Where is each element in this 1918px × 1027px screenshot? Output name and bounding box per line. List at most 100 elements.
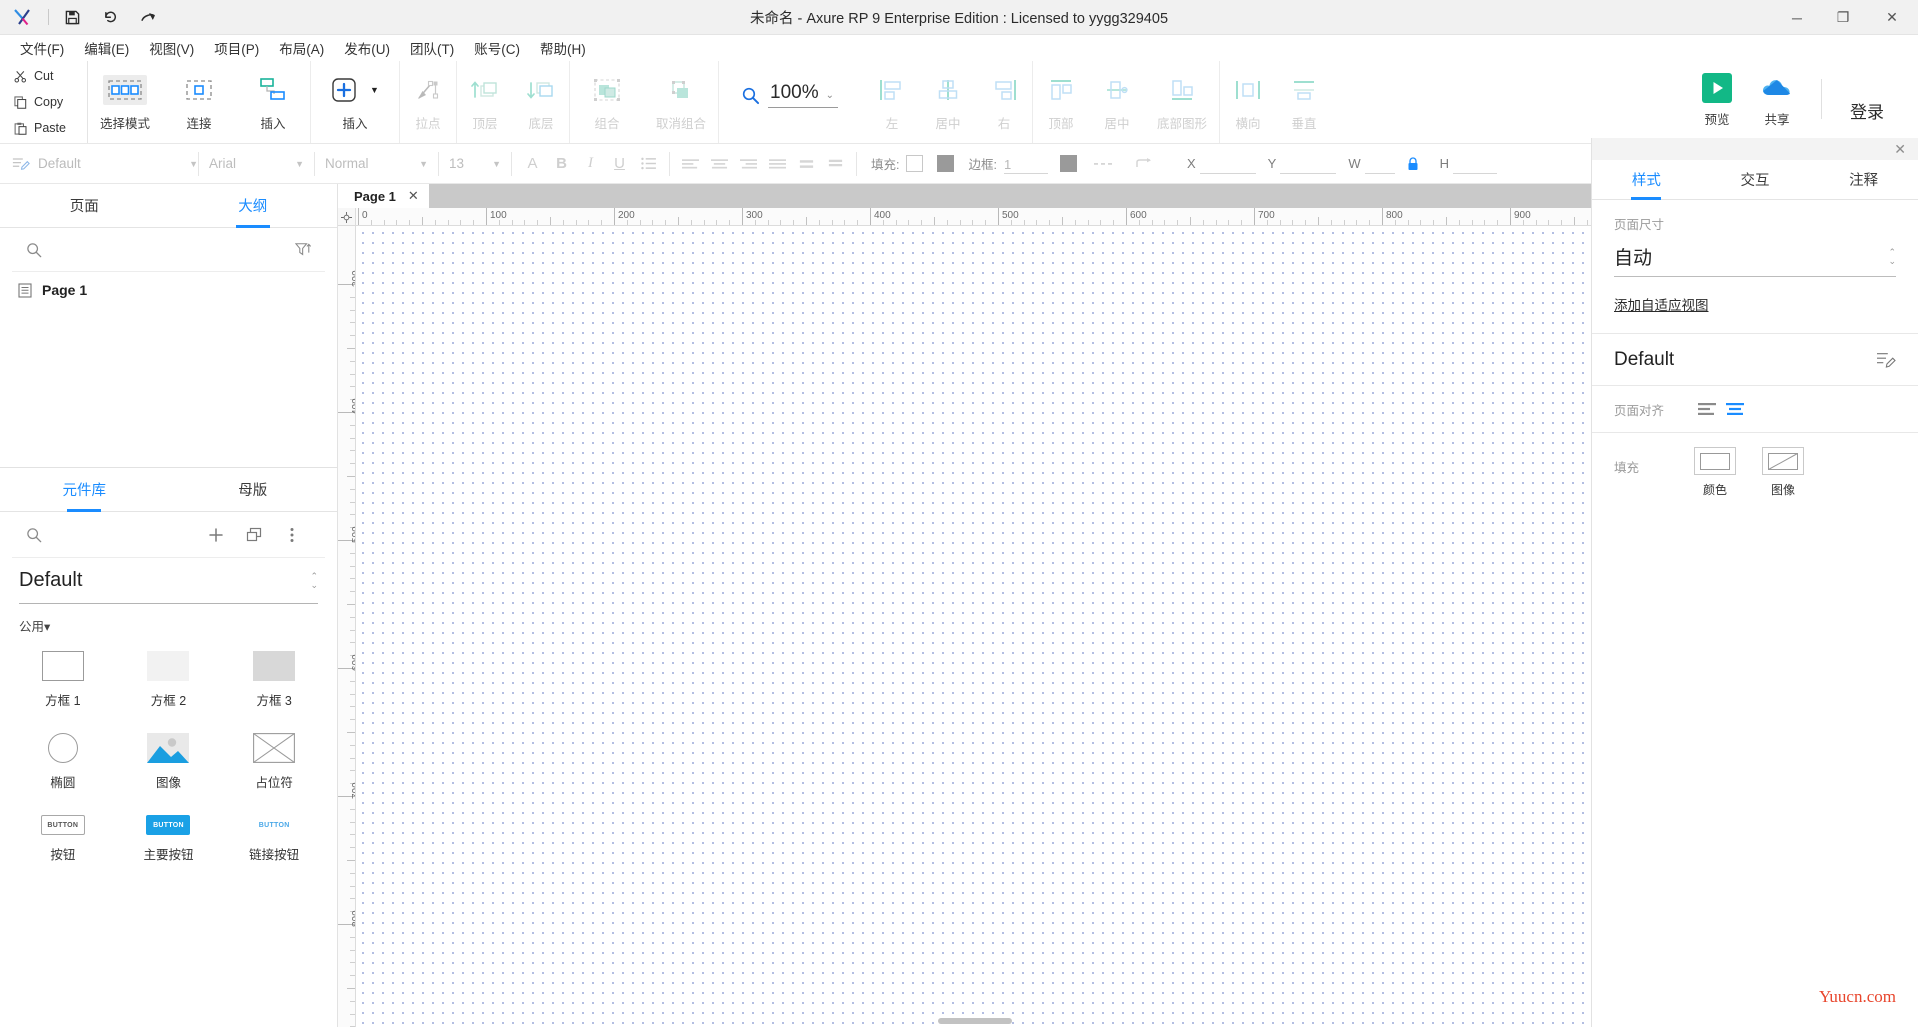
font-size-select[interactable]: 13 ▼	[439, 144, 511, 184]
tree-page-1[interactable]: Page 1	[0, 272, 337, 308]
page-align-left-icon[interactable]	[1694, 398, 1722, 420]
tool-align-center[interactable]: 居中	[920, 70, 976, 132]
tool-add[interactable]: ▼ 插入	[311, 70, 399, 132]
tool-send-to-back[interactable]: 底层	[513, 70, 569, 132]
tool-align-bottom[interactable]: 底部图形	[1145, 70, 1219, 132]
stepper-icon[interactable]: ⌃ ⌄	[1888, 247, 1896, 265]
font-family-select[interactable]: Arial ▼	[199, 144, 314, 184]
widget-image[interactable]: 图像	[116, 727, 222, 797]
undo-icon[interactable]	[91, 2, 129, 32]
tool-ungroup[interactable]: 取消组合	[644, 70, 718, 132]
tool-align-right[interactable]: 右	[976, 70, 1032, 132]
fill-gradient-swatch[interactable]	[937, 155, 955, 172]
close-icon[interactable]: ✕	[408, 188, 419, 204]
tab-interaction[interactable]: 交互	[1701, 160, 1810, 199]
tab-pages[interactable]: 页面	[0, 184, 169, 227]
minimize-button[interactable]: ─	[1774, 0, 1820, 35]
tool-distribute-vertical[interactable]: 垂直	[1276, 70, 1332, 132]
close-button[interactable]: ✕	[1866, 0, 1918, 35]
tab-widget-library[interactable]: 元件库	[0, 468, 169, 511]
font-color-icon[interactable]: A	[518, 150, 547, 178]
preview-button[interactable]: 预览	[1687, 73, 1747, 128]
share-button[interactable]: 共享	[1747, 73, 1807, 128]
tab-notes[interactable]: 注释	[1809, 160, 1918, 199]
paste-button[interactable]: Paste	[14, 117, 87, 139]
list-icon[interactable]	[634, 150, 663, 178]
close-icon[interactable]: ✕	[1894, 141, 1906, 158]
chevron-down-icon[interactable]: ▼	[189, 159, 198, 169]
menu-project[interactable]: 项目(P)	[204, 35, 269, 61]
arrow-style-icon[interactable]	[1130, 150, 1159, 178]
tool-align-middle[interactable]: 居中	[1089, 70, 1145, 132]
chevron-down-icon[interactable]: ▼	[419, 159, 428, 169]
page-tab-page-1[interactable]: Page 1 ✕	[338, 184, 429, 208]
underline-icon[interactable]: U	[605, 150, 634, 178]
scrollbar-thumb[interactable]	[938, 1018, 1012, 1024]
menu-account[interactable]: 账号(C)	[464, 35, 530, 61]
widget-box-1[interactable]: 方框 1	[10, 645, 116, 715]
ruler-origin-icon[interactable]	[338, 208, 356, 226]
save-icon[interactable]	[53, 2, 91, 32]
edit-style-icon[interactable]	[1876, 351, 1896, 369]
vertical-align-icon[interactable]	[821, 150, 850, 178]
x-input[interactable]	[1199, 154, 1256, 174]
tool-align-top[interactable]: 顶部	[1033, 70, 1089, 132]
tool-select-mode[interactable]: 选择模式	[88, 70, 162, 132]
tool-bring-to-front[interactable]: 顶层	[457, 70, 513, 132]
zoom-value-wrap[interactable]: 100% ⌄	[768, 82, 838, 108]
widget-box-2[interactable]: 方框 2	[116, 645, 222, 715]
tool-group[interactable]: 组合	[570, 70, 644, 132]
login-button[interactable]: 登录	[1836, 98, 1898, 123]
menu-view[interactable]: 视图(V)	[139, 35, 204, 61]
duplicate-library-icon[interactable]	[235, 527, 273, 543]
tool-insert[interactable]: 插入	[236, 70, 310, 132]
copy-button[interactable]: Copy	[14, 91, 87, 113]
widget-placeholder[interactable]: 占位符	[221, 727, 327, 797]
line-spacing-icon[interactable]	[792, 150, 821, 178]
text-align-right-icon[interactable]	[734, 150, 763, 178]
italic-icon[interactable]: I	[576, 150, 605, 178]
widget-button[interactable]: BUTTON 按钮	[10, 809, 116, 869]
page-size-select[interactable]: 自动 ⌃ ⌄	[1614, 243, 1896, 277]
menu-publish[interactable]: 发布(U)	[334, 35, 400, 61]
border-style-icon[interactable]	[1089, 150, 1118, 178]
insert-caret-icon[interactable]: ▼	[370, 85, 379, 95]
chevron-down-icon[interactable]: ⌄	[826, 90, 834, 101]
cut-button[interactable]: Cut	[14, 65, 87, 87]
menu-team[interactable]: 团队(T)	[400, 35, 464, 61]
design-grid[interactable]	[356, 226, 1591, 1027]
add-adaptive-view-link[interactable]: 添加自适应视图	[1614, 294, 1709, 314]
vertical-ruler[interactable]: 300 400 500 600 700 800	[338, 226, 356, 1027]
border-width-input[interactable]: 1	[1003, 154, 1048, 174]
tool-distribute-horizontal[interactable]: 横向	[1220, 70, 1276, 132]
tool-connect[interactable]: 连接	[162, 70, 236, 132]
library-more-icon[interactable]	[273, 527, 311, 543]
menu-file[interactable]: 文件(F)	[10, 35, 74, 61]
horizontal-scrollbar[interactable]	[338, 1016, 1591, 1025]
horizontal-ruler[interactable]: 0 100 200 300 400 500 600 700 800 900	[356, 208, 1591, 225]
search-icon[interactable]	[26, 242, 42, 258]
chevron-down-icon[interactable]: ▼	[492, 159, 501, 169]
text-align-center-icon[interactable]	[705, 150, 734, 178]
tool-align-left[interactable]: 左	[864, 70, 920, 132]
tab-outline[interactable]: 大纲	[169, 184, 338, 227]
redo-icon[interactable]	[129, 2, 167, 32]
border-color-swatch[interactable]	[1059, 155, 1077, 172]
widget-link-button[interactable]: BUTTON 链接按钮	[221, 809, 327, 869]
fill-color-option[interactable]: 颜色	[1694, 447, 1736, 498]
filter-sort-icon[interactable]	[295, 242, 311, 258]
widget-box-3[interactable]: 方框 3	[221, 645, 327, 715]
search-icon[interactable]	[26, 527, 42, 543]
text-align-left-icon[interactable]	[676, 150, 705, 178]
add-library-icon[interactable]	[197, 527, 235, 543]
tab-masters[interactable]: 母版	[169, 468, 338, 511]
menu-layout[interactable]: 布局(A)	[269, 35, 334, 61]
fill-color-swatch[interactable]	[906, 155, 924, 172]
menu-edit[interactable]: 编辑(E)	[74, 35, 139, 61]
font-weight-select[interactable]: Normal ▼	[315, 144, 438, 184]
library-group-caret-icon[interactable]: ▾	[44, 620, 50, 634]
fill-image-option[interactable]: 图像	[1762, 447, 1804, 498]
y-input[interactable]	[1280, 154, 1337, 174]
library-group-header[interactable]: 公用▾	[0, 604, 337, 641]
bold-icon[interactable]: B	[547, 150, 576, 178]
